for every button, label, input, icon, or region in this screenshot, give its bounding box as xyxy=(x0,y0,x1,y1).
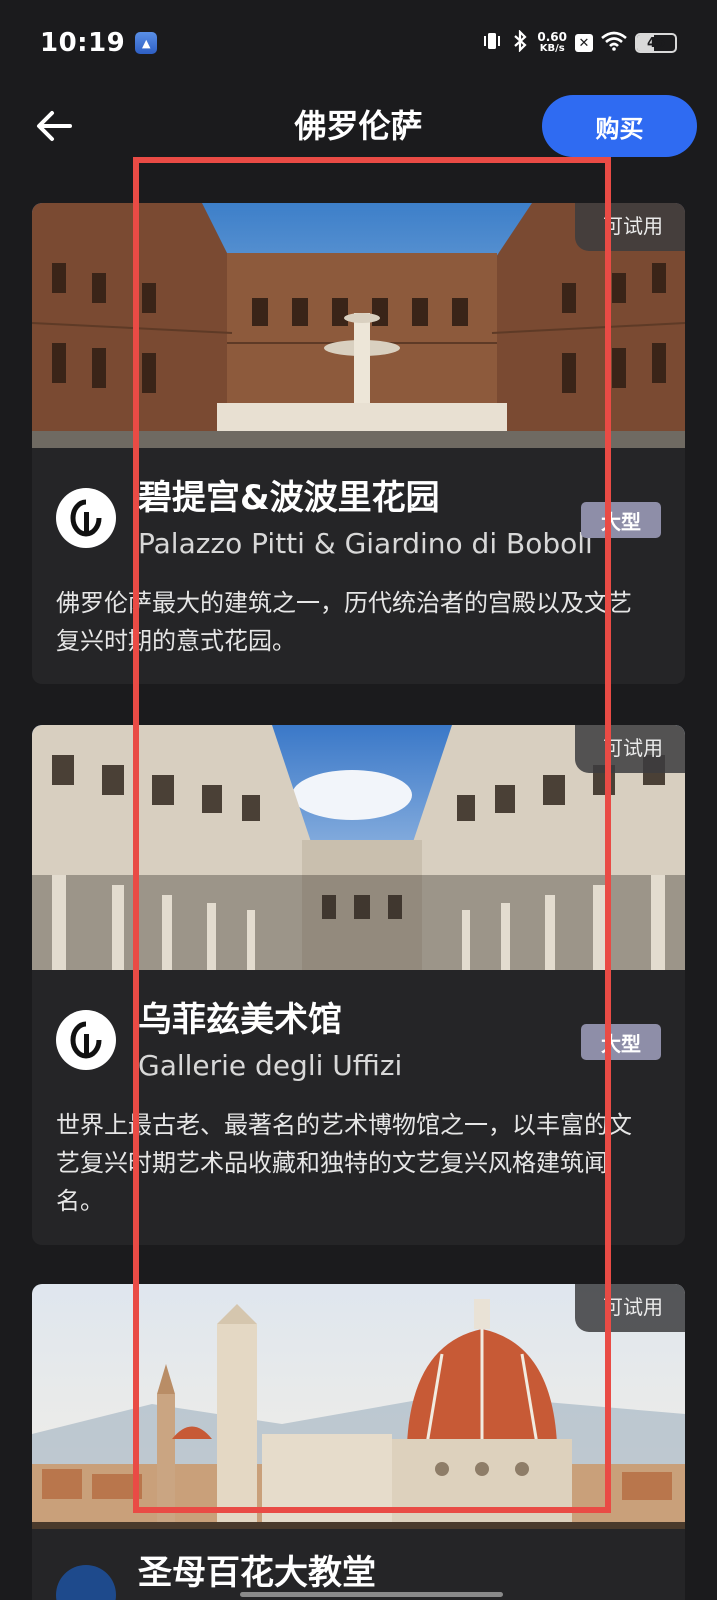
attraction-card[interactable]: 可试用 碧提宫&波波里花园 Palazzo Pitti & Giardino d… xyxy=(32,203,685,684)
trial-badge: 可试用 xyxy=(575,203,685,251)
attraction-subtitle: Palazzo Pitti & Giardino di Boboli xyxy=(138,527,593,560)
network-speed-value: 0.60 xyxy=(537,30,567,44)
attraction-title: 碧提宫&波波里花园 xyxy=(138,478,440,518)
status-time: 10:19 xyxy=(40,28,126,58)
attraction-description: 世界上最古老、最著名的艺术博物馆之一，以丰富的文艺复兴时期艺术品收藏和独特的文艺… xyxy=(56,1111,632,1215)
size-tag: 大型 xyxy=(581,1024,661,1060)
status-icons: 0.60 KB/s ✕ 46 xyxy=(481,28,677,57)
attraction-subtitle: Gallerie degli Uffizi xyxy=(138,1049,403,1082)
trial-badge: 可试用 xyxy=(575,1284,685,1332)
attraction-logo-icon xyxy=(56,1010,116,1070)
status-bar: 10:19 ▲ 0.60 KB/s ✕ 46 xyxy=(0,0,717,86)
close-box-icon: ✕ xyxy=(575,34,593,52)
attraction-image: 可试用 xyxy=(32,1284,685,1529)
network-speed: 0.60 KB/s xyxy=(537,31,567,55)
battery-icon: 46 xyxy=(635,33,677,53)
buy-button[interactable]: 购买 xyxy=(542,95,697,157)
network-speed-unit: KB/s xyxy=(539,43,565,54)
attraction-logo-icon xyxy=(56,1565,116,1600)
attraction-logo-icon xyxy=(56,488,116,548)
attraction-image: 可试用 xyxy=(32,203,685,448)
battery-level: 46 xyxy=(646,35,666,51)
attraction-title: 乌菲兹美术馆 xyxy=(138,1000,342,1040)
attraction-card[interactable]: 可试用 乌菲兹美术馆 Gallerie degli Uffizi 大型 世界上最… xyxy=(32,725,685,1245)
bluetooth-icon xyxy=(511,28,529,57)
attraction-description: 佛罗伦萨最大的建筑之一，历代统治者的宫殿以及文艺复兴时期的意式花园。 xyxy=(56,589,632,655)
trial-badge: 可试用 xyxy=(575,725,685,773)
size-tag: 大型 xyxy=(581,502,661,538)
attraction-card[interactable]: 可试用 圣母百花大教堂 xyxy=(32,1284,685,1600)
header: 佛罗伦萨 购买 xyxy=(0,90,717,162)
vibrate-icon xyxy=(481,30,503,57)
home-indicator xyxy=(240,1592,503,1597)
attraction-image: 可试用 xyxy=(32,725,685,970)
attraction-title: 圣母百花大教堂 xyxy=(138,1553,376,1593)
app-notification-icon: ▲ xyxy=(135,32,158,54)
wifi-icon xyxy=(601,31,627,56)
